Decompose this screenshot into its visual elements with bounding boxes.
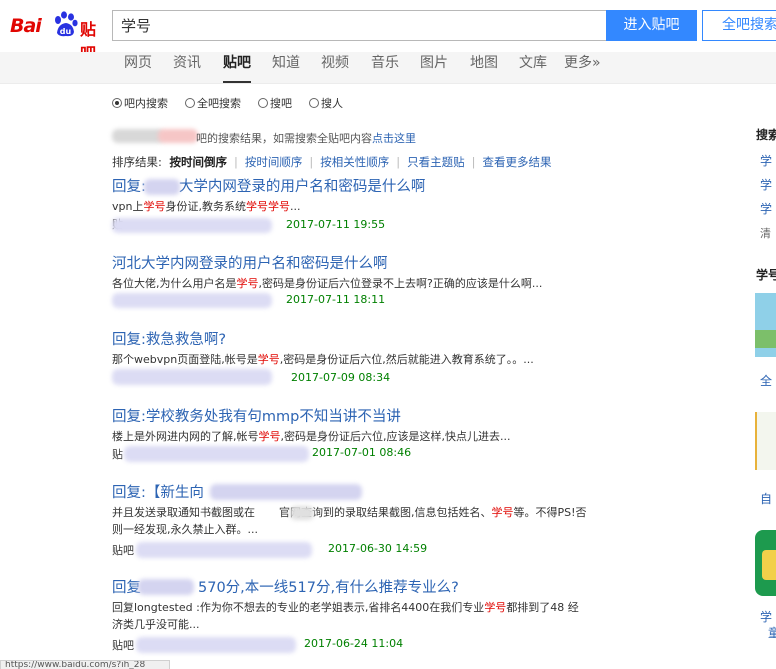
- sort-current: 按时间倒序: [169, 155, 228, 169]
- result-item: 回复:救急救急啊? 那个webvpn页面登陆,帐号是学号,密码是身份证后六位,然…: [112, 331, 612, 385]
- result-time: 2017-07-01 08:46: [312, 446, 412, 459]
- sidebar-text: 清: [760, 227, 771, 240]
- result-desc: 回复longtested :作为你不想去的专业的老学姐表示,省排名4400在我们…: [112, 601, 579, 631]
- redacted-bar-name: [158, 129, 198, 143]
- radio-in-bar[interactable]: 吧内搜索: [112, 96, 168, 112]
- sidebar-heading: 搜索: [756, 128, 776, 142]
- result-desc: 那个webvpn页面登陆,帐号是学号,密码是身份证后六位,然后就能进入教育系统了…: [112, 353, 534, 366]
- sort-time-asc[interactable]: 按时间顺序: [245, 155, 303, 169]
- logo-du-text: du: [60, 27, 72, 36]
- sidebar-thumbnail[interactable]: [755, 412, 776, 470]
- enter-tieba-button[interactable]: 进入贴吧: [606, 10, 697, 41]
- result-title[interactable]: 回复: 大学内网登录的用户名和密码是什么啊: [112, 178, 612, 196]
- browser-status-bar: https://www.baidu.com/s?ih_28: [0, 660, 170, 669]
- sidebar-link[interactable]: 全: [760, 372, 772, 389]
- result-meta: 贴吧: [112, 639, 134, 652]
- result-item: 回复 570分,本一线517分,有什么推荐专业么? 回复longtested :作…: [112, 579, 612, 653]
- result-title[interactable]: 回复:【新生向: [112, 484, 612, 502]
- radio-unchecked-icon: [309, 98, 319, 108]
- radio-unchecked-icon: [258, 98, 268, 108]
- radio-search-user[interactable]: 搜人: [309, 96, 343, 112]
- nav-wenku[interactable]: 文库: [519, 52, 547, 83]
- sidebar-heading: 学号: [756, 268, 776, 282]
- nav-images[interactable]: 图片: [420, 52, 448, 83]
- result-item: 河北大学内网登录的用户名和密码是什么啊 各位大佬,为什么用户名是学号,密码是身份…: [112, 255, 612, 308]
- more-results-link[interactable]: 查看更多结果: [483, 155, 552, 169]
- search-input[interactable]: [112, 10, 606, 41]
- scope-note: 吧的搜索结果，如需搜索全贴吧内容点击这里: [196, 132, 416, 145]
- result-desc: 楼上是外网进内网的了解,帐号学号,密码是身份证后六位,应该是这样,快点儿进去..…: [112, 430, 511, 443]
- sort-options: 排序结果: 按时间倒序 | 按时间顺序 | 按相关性顺序 | 只看主题贴 | 查看更多结果: [112, 155, 552, 169]
- sidebar-link[interactable]: 学: [760, 152, 772, 169]
- all-tieba-search-button[interactable]: 全吧搜索: [702, 10, 776, 41]
- nav-web[interactable]: 网页: [124, 52, 152, 83]
- top-bar: Bai du 贴吧 进入贴吧 全吧搜索: [0, 0, 776, 63]
- result-desc: 并且发送录取通知书截图或在 官网查询到的录取结果截图,信息包括姓名、学号等。不得P…: [112, 506, 587, 536]
- sort-relevance[interactable]: 按相关性顺序: [320, 155, 389, 169]
- category-nav: 网页 资讯 贴吧 知道 视频 音乐 图片 地图 文库 更多»: [0, 52, 776, 84]
- result-time: 2017-06-24 11:04: [304, 637, 404, 650]
- result-title[interactable]: 回复:救急救急啊?: [112, 331, 612, 349]
- result-item: 回复:【新生向 并且发送录取通知书截图或在 官网查询到的录取结果截图,信息包括姓名…: [112, 484, 612, 558]
- result-item: 回复: 大学内网登录的用户名和密码是什么啊 vpn上学号身份证,教务系统学号学号.…: [112, 178, 612, 233]
- radio-unchecked-icon: [185, 98, 195, 108]
- nav-video[interactable]: 视频: [321, 52, 349, 83]
- radio-search-bar[interactable]: 搜吧: [258, 96, 292, 112]
- nav-news[interactable]: 资讯: [173, 52, 201, 83]
- sidebar-link[interactable]: 学: [760, 200, 772, 217]
- sidebar-link[interactable]: 自: [760, 490, 772, 507]
- sidebar-link[interactable]: 学: [760, 608, 772, 625]
- nav-more[interactable]: 更多»: [564, 52, 601, 83]
- baidu-paw-icon: du: [55, 11, 78, 37]
- radio-checked-icon: [112, 98, 122, 108]
- sidebar-link[interactable]: 童: [768, 624, 776, 641]
- result-desc: 各位大佬,为什么用户名是学号,密码是身份证后六位登录不上去啊?正确的应该是什么啊…: [112, 277, 543, 290]
- result-time: 2017-06-30 14:59: [328, 542, 428, 555]
- result-desc: vpn上学号身份证,教务系统学号学号...: [112, 200, 301, 213]
- sidebar-link[interactable]: 学: [760, 176, 772, 193]
- result-meta: 贴: [112, 448, 123, 461]
- nav-music[interactable]: 音乐: [371, 52, 399, 83]
- nav-zhidao[interactable]: 知道: [272, 52, 300, 83]
- search-all-link[interactable]: 点击这里: [372, 132, 416, 145]
- result-time: 2017-07-11 19:55: [286, 218, 386, 231]
- redacted-bar-name: [112, 129, 164, 143]
- radio-all-bar[interactable]: 全吧搜索: [185, 96, 241, 112]
- baidu-tieba-logo[interactable]: Bai du 贴吧: [10, 10, 106, 63]
- result-title[interactable]: 回复:学校教务处我有句mmp不知当讲不当讲: [112, 408, 612, 426]
- sort-label: 排序结果:: [112, 155, 162, 169]
- result-item: 回复:学校教务处我有句mmp不知当讲不当讲 楼上是外网进内网的了解,帐号学号,密…: [112, 408, 612, 462]
- nav-tieba[interactable]: 贴吧: [223, 52, 251, 83]
- result-time: 2017-07-09 08:34: [291, 371, 391, 384]
- result-time: 2017-07-11 18:11: [286, 293, 386, 306]
- result-title[interactable]: 河北大学内网登录的用户名和密码是什么啊: [112, 255, 612, 273]
- result-meta: 贴吧: [112, 544, 134, 557]
- logo-bai-text: Bai: [10, 15, 42, 37]
- sort-threads-only[interactable]: 只看主题贴: [407, 155, 465, 169]
- nav-map[interactable]: 地图: [470, 52, 498, 83]
